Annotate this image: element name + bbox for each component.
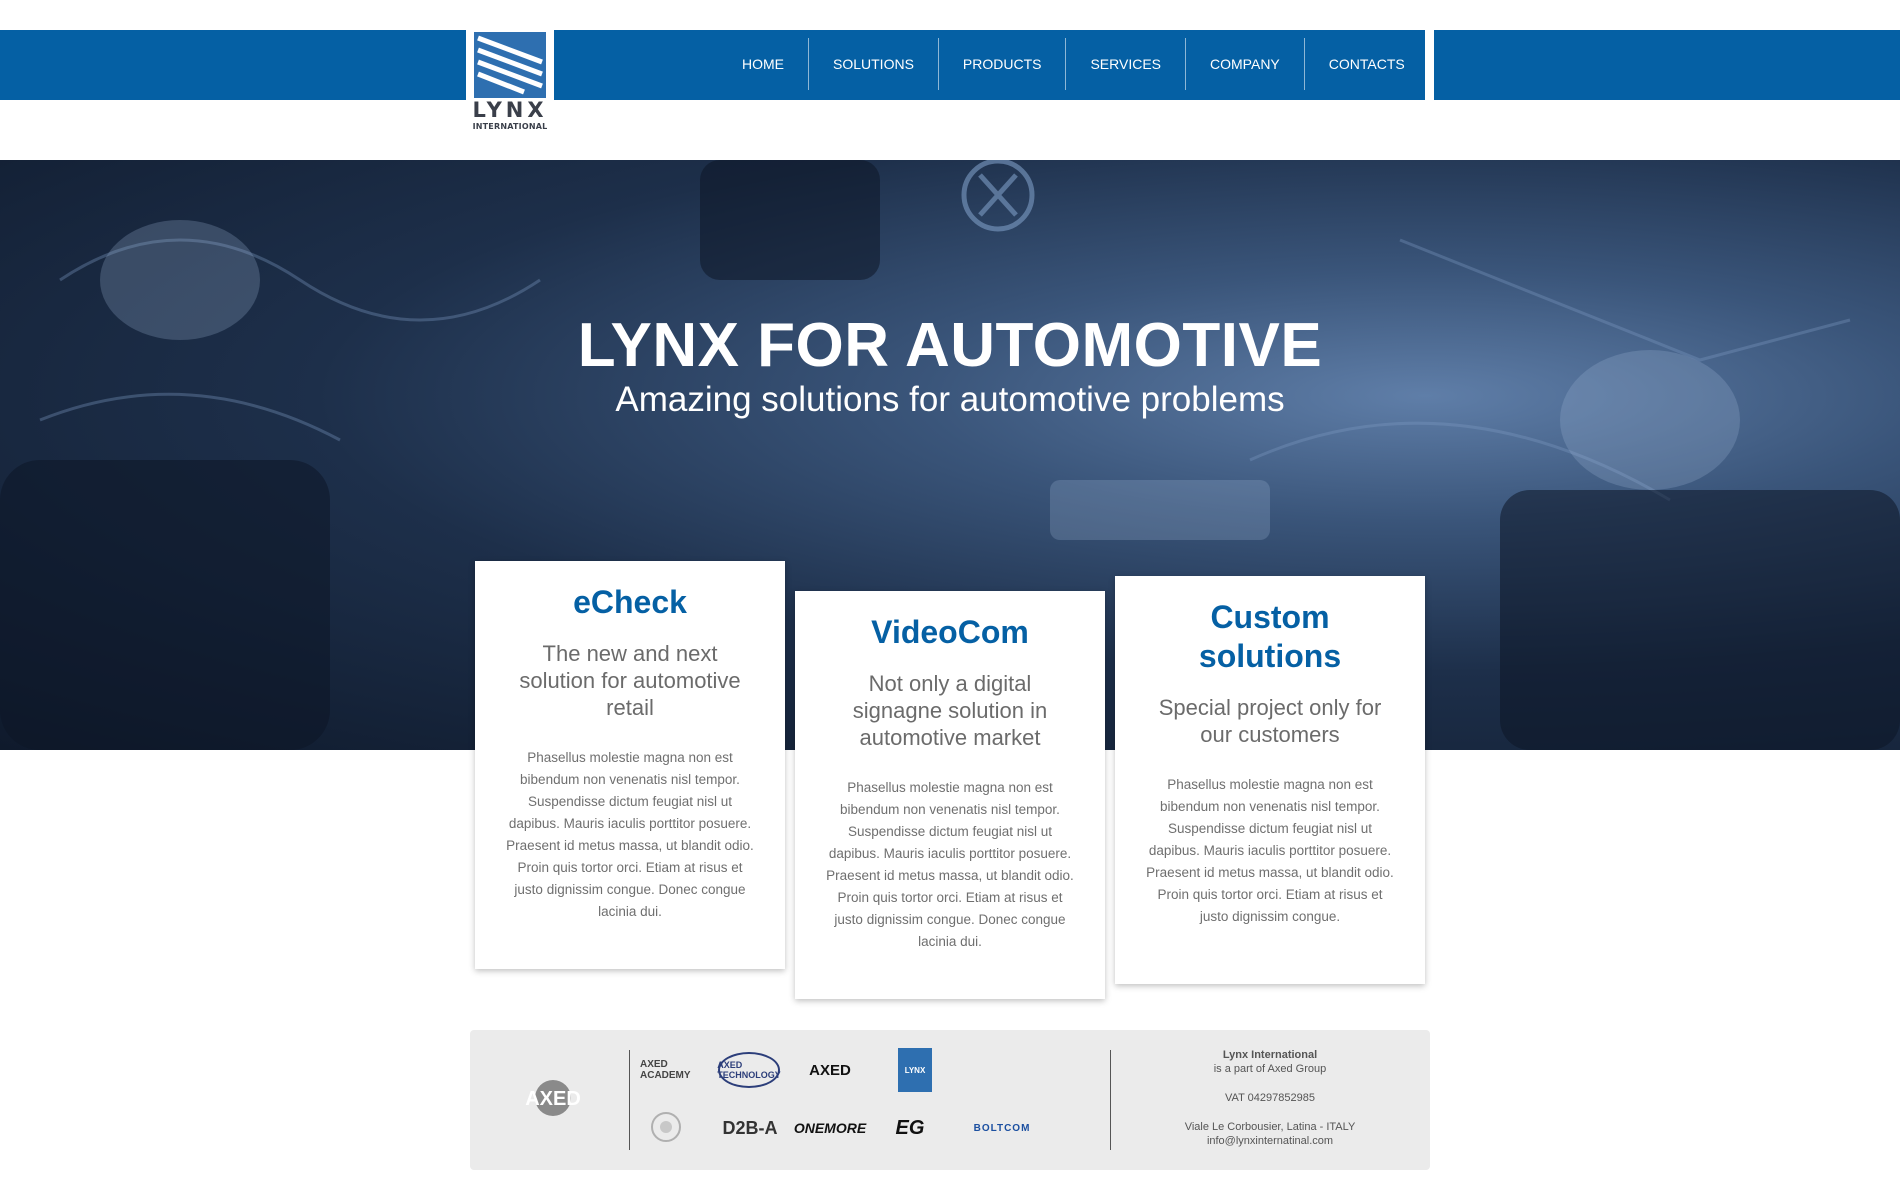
videocom-card[interactable]: VideoCom Not only a digital signagne sol… (795, 591, 1105, 999)
card-lead: The new and next solution for automotive… (519, 641, 741, 720)
card-body: Phasellus molestie magna non est bibendu… (826, 780, 1074, 949)
partner-logo-circle[interactable] (640, 1108, 692, 1148)
nav-company[interactable]: COMPANY (1185, 38, 1304, 90)
partner-logo-circle-icon (651, 1112, 681, 1142)
partner-logo-lynx[interactable]: LYNX (898, 1048, 932, 1092)
card-title: VideoCom (871, 614, 1029, 650)
partner-logo-d2b-a[interactable]: D2B-A (718, 1110, 782, 1146)
lynx-logo[interactable]: LYNX INTERNATIONAL (466, 30, 554, 136)
partner-logo-eg[interactable]: EG (888, 1106, 932, 1150)
footer: AXED AXED ACADEMY AXED TECHNOLOGY AXED L… (470, 1030, 1430, 1170)
hero-title: LYNX FOR AUTOMOTIVE (577, 311, 1323, 380)
card-title: Custom solutions (1198, 599, 1342, 674)
header-band-left (0, 30, 466, 100)
card-lead: Special project only for our customers (1158, 695, 1382, 747)
echeck-card[interactable]: eCheck The new and next solution for aut… (475, 561, 785, 969)
footer-divider (629, 1050, 630, 1150)
axed-group-logo-icon: AXED (525, 1080, 581, 1116)
page: LYNX INTERNATIONAL HOME SOLUTIONS PRODUC… (0, 0, 1900, 1200)
lynx-logo-mark-icon (474, 32, 546, 98)
partner-logo-boltcom[interactable]: BOLTCOM (960, 1114, 1044, 1142)
company-info: Lynx International is a part of Axed Gro… (1130, 1048, 1410, 1148)
company-group: is a part of Axed Group (1213, 1063, 1327, 1075)
axed-group-logo-text: AXED (525, 1088, 581, 1110)
partner-logo-onemore[interactable]: ONEMORE (794, 1110, 866, 1146)
main-nav: HOME SOLUTIONS PRODUCTS SERVICES COMPANY… (718, 38, 1429, 90)
nav-services[interactable]: SERVICES (1065, 38, 1185, 90)
partner-logo-axed-technology[interactable]: AXED TECHNOLOGY (717, 1052, 781, 1088)
custom-solutions-card[interactable]: Custom solutions Special project only fo… (1115, 576, 1425, 984)
logo-wordmark: LYNX (472, 98, 548, 122)
nav-solutions[interactable]: SOLUTIONS (808, 38, 938, 90)
axed-group-logo[interactable]: AXED (508, 1078, 598, 1128)
nav-home[interactable]: HOME (718, 38, 808, 90)
card-body: Phasellus molestie magna non est bibendu… (506, 750, 754, 919)
nav-contacts[interactable]: CONTACTS (1303, 38, 1429, 90)
partner-logo-axed[interactable]: AXED (798, 1050, 862, 1090)
company-email[interactable]: info@lynxinternatinal.com (1130, 1134, 1410, 1148)
card-body: Phasellus molestie magna non est bibendu… (1146, 777, 1394, 924)
company-name: Lynx International (1222, 1049, 1318, 1061)
partner-logo-axed-academy[interactable]: AXED ACADEMY (640, 1050, 696, 1090)
hero-subtitle: Amazing solutions for automotive problem… (615, 380, 1285, 419)
header-band-right (1434, 30, 1900, 100)
footer-divider (1110, 1050, 1111, 1150)
card-title: eCheck (573, 584, 687, 620)
company-address: Viale Le Corbousier, Latina - ITALY (1184, 1121, 1356, 1133)
company-vat: VAT 04297852985 (1225, 1092, 1315, 1104)
card-lead: Not only a digital signagne solution in … (852, 671, 1048, 750)
nav-products[interactable]: PRODUCTS (937, 38, 1066, 90)
logo-subtitle: INTERNATIONAL (472, 122, 548, 131)
